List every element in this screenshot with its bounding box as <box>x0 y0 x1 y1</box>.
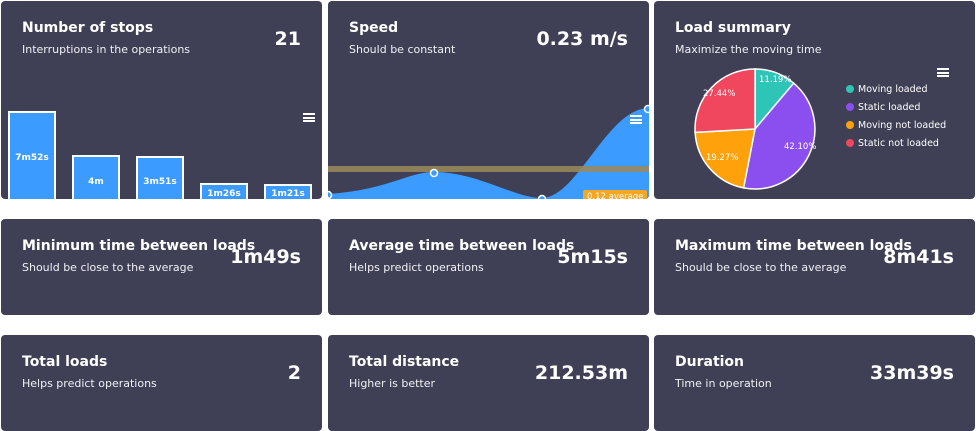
card-value: 21 <box>274 28 301 50</box>
legend-label: Static not loaded <box>858 138 939 149</box>
total-distance-card: Total distance Higher is better 212.53m <box>328 335 649 431</box>
legend-dot <box>846 121 854 129</box>
speed-point <box>328 190 333 199</box>
bar-label: 1m26s <box>207 189 241 199</box>
card-value: 0.23 m/s <box>536 28 628 50</box>
speed-area <box>328 109 649 199</box>
avg-time-card: Average time between loads Helps predict… <box>328 219 649 315</box>
bar-label: 1m21s <box>271 189 305 199</box>
stop-bar: 1m26s <box>200 183 248 199</box>
legend-label: Moving not loaded <box>858 120 947 131</box>
card-value: 2 <box>287 362 301 384</box>
legend-item[interactable]: Moving not loaded <box>846 120 946 131</box>
legend-item[interactable]: Static not loaded <box>846 138 939 149</box>
card-subtitle: Should be constant <box>349 43 456 56</box>
card-subtitle: Should be close to the average <box>675 261 847 274</box>
card-subtitle: Helps predict operations <box>22 377 157 390</box>
legend-dot <box>846 103 854 111</box>
card-subtitle: Should be close to the average <box>22 261 194 274</box>
card-subtitle: Interruptions in the operations <box>22 43 191 56</box>
hamburger-menu-icon[interactable] <box>630 115 642 124</box>
card-value: 212.53m <box>534 362 628 384</box>
card-title: Minimum time between loads <box>22 238 256 254</box>
card-value: 5m15s <box>557 246 628 268</box>
duration-card: Duration Time in operation 33m39s <box>654 335 975 431</box>
load-pie-chart <box>694 68 816 190</box>
load-summary-card: Load summary Maximize the moving time 11… <box>654 1 975 199</box>
average-label: 0.12 average <box>583 190 648 199</box>
card-value: 8m41s <box>883 246 954 268</box>
card-value: 33m39s <box>870 362 954 384</box>
bar-label: 3m51s <box>143 177 177 187</box>
stops-card: Number of stops Interruptions in the ope… <box>1 1 322 199</box>
pie-label: 11.19% <box>759 75 792 85</box>
pie-label: 19.27% <box>706 153 739 163</box>
card-title: Total loads <box>22 354 108 370</box>
card-title: Maximum time between loads <box>675 238 912 254</box>
pie-label: 27.44% <box>703 89 736 99</box>
card-title: Total distance <box>349 354 460 370</box>
max-time-card: Maximum time between loads Should be clo… <box>654 219 975 315</box>
stop-bar: 1m21s <box>264 184 312 199</box>
legend-label: Static loaded <box>858 102 921 113</box>
card-subtitle: Time in operation <box>675 377 772 390</box>
stop-bar: 7m52s <box>8 111 56 199</box>
min-time-card: Minimum time between loads Should be clo… <box>1 219 322 315</box>
legend-item[interactable]: Moving loaded <box>846 84 928 95</box>
card-subtitle: Higher is better <box>349 377 436 390</box>
legend-dot <box>846 139 854 147</box>
card-title: Average time between loads <box>349 238 575 254</box>
card-title: Number of stops <box>22 20 154 36</box>
speed-card: Speed Should be constant 0.23 m/s 0.12 a… <box>328 1 649 199</box>
stop-bar: 3m51s <box>136 156 184 199</box>
bar-label: 7m52s <box>15 153 49 163</box>
legend-dot <box>846 85 854 93</box>
legend-item[interactable]: Static loaded <box>846 102 920 113</box>
speed-point <box>429 168 439 178</box>
pie-slice-static-not-loaded <box>694 68 756 134</box>
card-subtitle: Helps predict operations <box>349 261 484 274</box>
pie-label: 42.10% <box>784 142 817 152</box>
card-title: Speed <box>349 20 399 36</box>
hamburger-menu-icon[interactable] <box>303 113 315 122</box>
legend-label: Moving loaded <box>858 84 928 95</box>
bar-label: 4m <box>88 177 104 187</box>
speed-point <box>537 194 547 199</box>
total-loads-card: Total loads Helps predict operations 2 <box>1 335 322 431</box>
average-line <box>328 166 649 172</box>
card-title: Duration <box>675 354 745 370</box>
speed-point <box>643 104 649 114</box>
card-value: 1m49s <box>230 246 301 268</box>
stop-bar: 4m <box>72 155 120 199</box>
